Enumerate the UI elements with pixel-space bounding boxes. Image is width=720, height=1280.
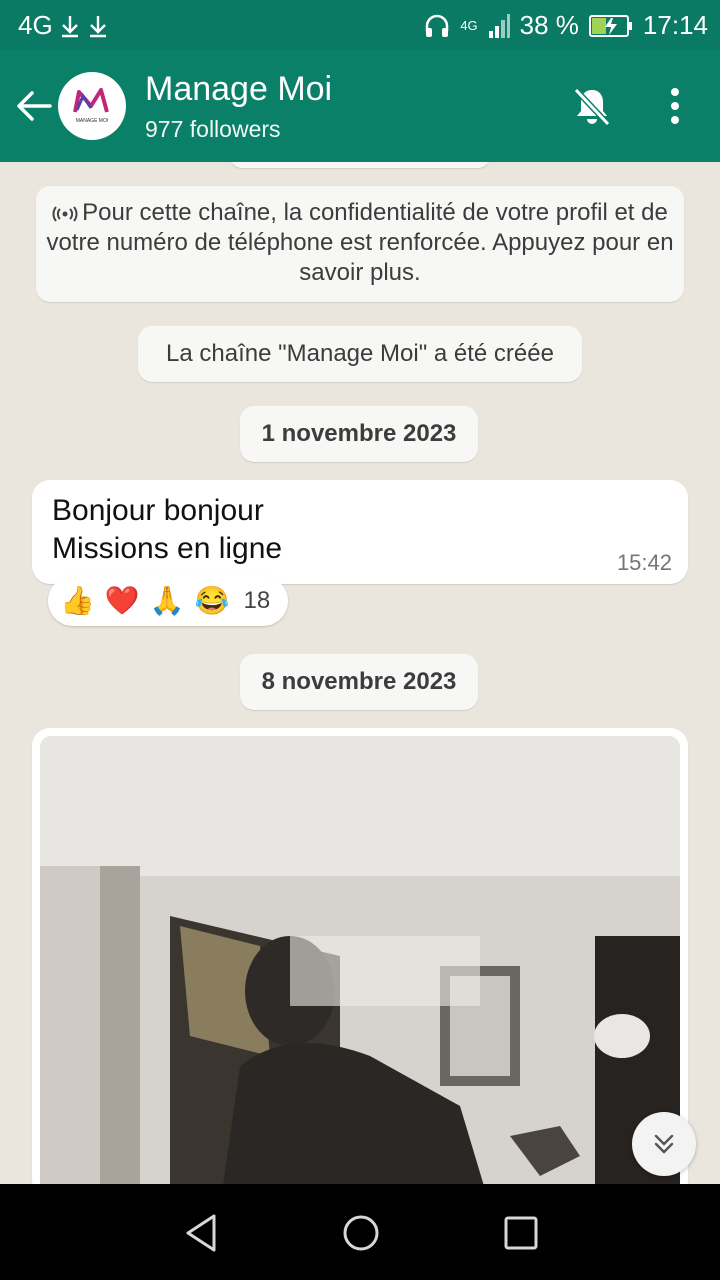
system-pill-partial — [230, 162, 490, 168]
arrow-back-icon[interactable] — [14, 86, 54, 126]
message-bubble[interactable]: Bonjour bonjour Missions en ligne 15:42 — [32, 480, 688, 584]
channel-created-notice: La chaîne "Manage Moi" a été créée — [138, 326, 582, 382]
pray-reaction: 🙏 — [149, 585, 185, 616]
square-recents-icon[interactable] — [500, 1212, 542, 1254]
battery-percent: 38 % — [519, 10, 579, 40]
channel-avatar[interactable]: MANAGE MOI — [58, 72, 126, 140]
privacy-notice-text: Pour cette chaîne, la confidentialité de… — [46, 199, 674, 286]
channel-logo: MANAGE MOI — [73, 88, 109, 124]
date-separator: 1 novembre 2023 — [240, 406, 478, 462]
headphones-icon — [426, 14, 449, 37]
media-message[interactable] — [32, 728, 688, 1184]
reactions-bar[interactable]: 👍 ❤️ 🙏 😂 18 — [48, 576, 288, 626]
more-vertical-icon[interactable] — [660, 84, 690, 128]
signal-icon — [488, 13, 510, 38]
battery-charging-icon — [588, 14, 632, 37]
thumbs-up-reaction: 👍 — [60, 585, 95, 616]
followers-count[interactable]: 977 followers — [145, 116, 281, 143]
bell-off-icon[interactable] — [570, 84, 614, 128]
scroll-to-bottom-button[interactable] — [632, 1112, 696, 1176]
message-text-line-2: Missions en ligne — [52, 532, 283, 565]
download-icon — [89, 15, 106, 37]
heart-reaction: ❤️ — [104, 585, 140, 616]
message-text-line-1: Bonjour bonjour — [52, 494, 264, 527]
joy-reaction: 😂 — [194, 585, 230, 616]
circle-home-icon[interactable] — [340, 1212, 382, 1254]
reaction-count: 18 — [243, 587, 271, 614]
channel-name[interactable]: Manage Moi — [145, 70, 332, 109]
channel-header: MANAGE MOI Manage Moi 977 followers — [0, 50, 720, 162]
system-navigation-bar — [0, 1184, 720, 1280]
download-icon — [61, 15, 78, 37]
triangle-back-icon[interactable] — [180, 1212, 222, 1254]
network-type: 4G — [18, 10, 53, 40]
privacy-notice[interactable]: Pour cette chaîne, la confidentialité de… — [36, 186, 684, 302]
video-frame-illustration — [40, 736, 680, 1184]
avatar-text: MANAGE MOI — [76, 118, 109, 124]
chat-area[interactable]: Pour cette chaîne, la confidentialité de… — [0, 162, 720, 1184]
status-bar: 4G 4G 38 % 17:14 — [0, 0, 720, 50]
video-thumbnail[interactable] — [40, 736, 680, 1184]
double-chevron-down-icon — [654, 1134, 674, 1154]
date-separator: 8 novembre 2023 — [240, 654, 478, 710]
network-small: 4G — [460, 18, 478, 33]
clock: 17:14 — [642, 10, 708, 40]
broadcast-icon — [52, 206, 78, 222]
message-time: 15:42 — [616, 550, 672, 575]
